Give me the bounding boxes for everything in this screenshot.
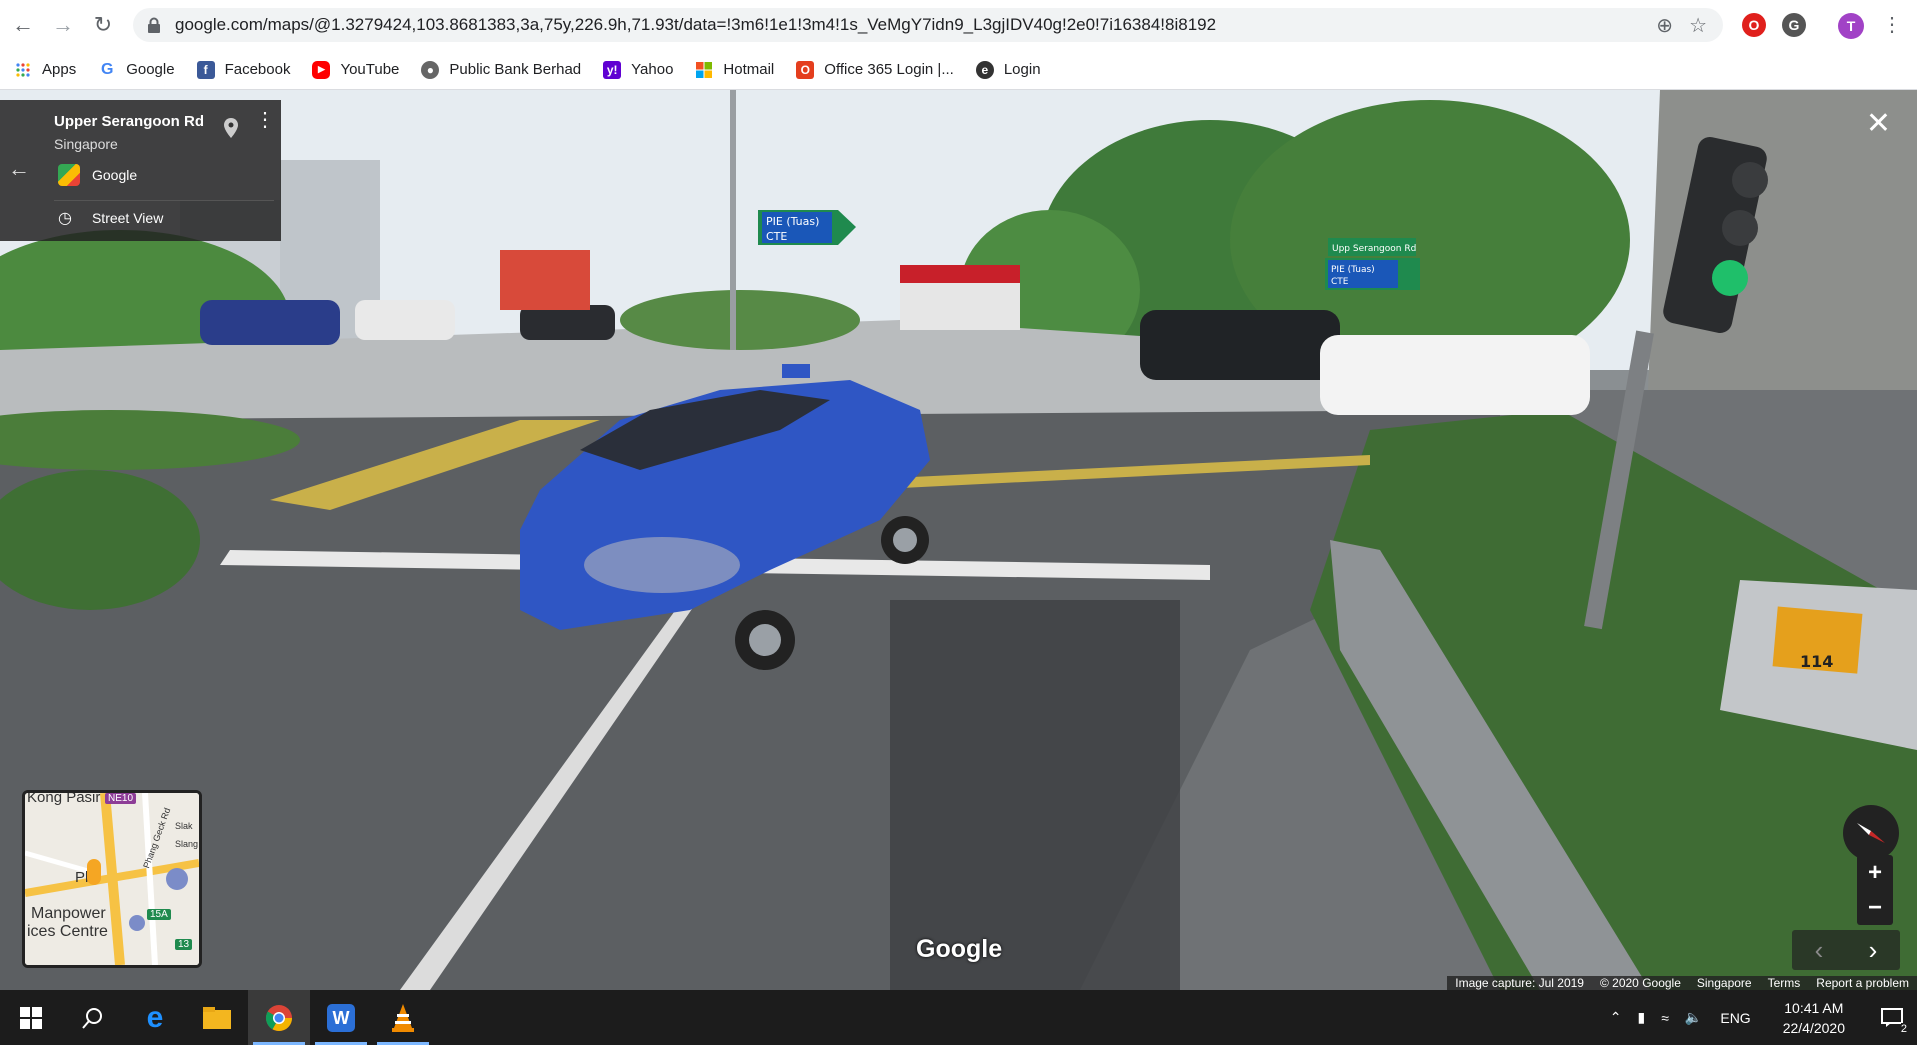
copyright-text: © 2020 Google bbox=[1599, 976, 1681, 990]
minimap-label-centre: ices Centre bbox=[27, 923, 108, 940]
chrome-icon[interactable] bbox=[248, 990, 310, 1045]
right-sign-line1: PIE (Tuas) bbox=[1331, 265, 1375, 275]
minimap-label-manpower: Manpower bbox=[31, 905, 106, 922]
address-bar[interactable]: google.com/maps/@1.3279424,103.8681383,3… bbox=[133, 8, 1723, 42]
bookmark-google[interactable]: G Google bbox=[98, 60, 175, 79]
overhead-sign-line2: CTE bbox=[766, 230, 787, 243]
chevron-right-icon[interactable]: › bbox=[1846, 930, 1900, 970]
language-indicator[interactable]: ENG bbox=[1720, 1010, 1750, 1026]
url-text: google.com/maps/@1.3279424,103.8681383,3… bbox=[175, 15, 1217, 34]
chevron-up-icon[interactable]: ⌃ bbox=[1610, 1009, 1622, 1026]
minimap-tag-13: 13 bbox=[175, 939, 193, 950]
opera-extension-icon[interactable]: O bbox=[1742, 13, 1766, 37]
clock-history-icon: ◷ bbox=[58, 210, 72, 227]
image-source: Google bbox=[58, 164, 137, 186]
bookmark-star-icon[interactable]: ☆ bbox=[1689, 13, 1707, 38]
right-sign-line2: CTE bbox=[1331, 277, 1349, 287]
street-view-panorama[interactable]: PIE (Tuas) CTE Upp Serangoon Rd PIE (Tua… bbox=[0, 90, 1917, 990]
chevron-left-icon[interactable]: ‹ bbox=[1792, 930, 1846, 970]
office-icon: O bbox=[796, 60, 815, 79]
zoom-controls: + − bbox=[1857, 855, 1893, 925]
file-explorer-icon[interactable] bbox=[186, 990, 248, 1045]
bookmark-facebook[interactable]: f Facebook bbox=[196, 60, 290, 79]
clock[interactable]: 10:41 AM 22/4/2020 bbox=[1783, 998, 1845, 1038]
bookmark-yahoo[interactable]: y! Yahoo bbox=[603, 60, 673, 79]
bookmark-login[interactable]: e Login bbox=[975, 60, 1041, 79]
minimap-tag-15a: 15A bbox=[147, 909, 171, 920]
volume-icon[interactable]: 🔈 bbox=[1685, 1009, 1702, 1026]
lock-icon bbox=[147, 17, 161, 33]
bookmark-youtube[interactable]: ▶ YouTube bbox=[312, 60, 399, 79]
extension-icon[interactable]: G bbox=[1782, 13, 1806, 37]
minimap-label-kong-pasir: Kong Pasir bbox=[27, 790, 101, 806]
back-arrow-icon[interactable]: ← bbox=[8, 156, 30, 182]
microsoft-icon bbox=[695, 61, 713, 79]
zoom-in-button[interactable]: + bbox=[1857, 855, 1893, 890]
vlc-icon[interactable] bbox=[372, 990, 434, 1045]
wifi-icon[interactable]: ≈ bbox=[1661, 1010, 1669, 1026]
facebook-icon: f bbox=[196, 60, 215, 79]
right-sign-top-text: Upp Serangoon Rd bbox=[1332, 244, 1416, 254]
minimap-label-slak: Slak bbox=[175, 821, 193, 831]
terms-link[interactable]: Terms bbox=[1768, 976, 1801, 990]
browser-toolbar: ← → ↻ google.com/maps/@1.3279424,103.868… bbox=[0, 0, 1917, 50]
bookmark-office365[interactable]: O Office 365 Login |... bbox=[796, 60, 954, 79]
reload-icon[interactable]: ↻ bbox=[86, 8, 120, 42]
location-info-card: ← Upper Serangoon Rd Singapore ⋮ Google … bbox=[0, 100, 281, 241]
notifications-icon[interactable]: 2 bbox=[1867, 990, 1917, 1045]
edge-browser-icon[interactable]: e bbox=[124, 990, 186, 1045]
location-title: Upper Serangoon Rd bbox=[54, 113, 205, 130]
search-icon[interactable] bbox=[62, 990, 124, 1045]
close-icon[interactable]: ✕ bbox=[1866, 106, 1891, 141]
clock-time: 10:41 AM bbox=[1784, 999, 1844, 1016]
report-problem-link[interactable]: Report a problem bbox=[1816, 976, 1909, 990]
google-maps-icon bbox=[58, 164, 80, 186]
pegman-icon bbox=[87, 859, 101, 885]
notification-count: 2 bbox=[1900, 1023, 1907, 1035]
image-capture-date: Image capture: Jul 2019 bbox=[1455, 976, 1584, 990]
back-arrow-icon[interactable]: ← bbox=[6, 8, 40, 42]
clock-date: 22/4/2020 bbox=[1782, 1019, 1845, 1036]
compass-icon[interactable] bbox=[1843, 805, 1899, 861]
box-number-text: 114 bbox=[1800, 652, 1833, 671]
youtube-icon: ▶ bbox=[312, 60, 331, 79]
bookmarks-bar: Apps G Google f Facebook ▶ YouTube ● Pub… bbox=[0, 50, 1917, 90]
bookmark-hotmail[interactable]: Hotmail bbox=[695, 61, 774, 79]
google-logo: Google bbox=[916, 935, 1003, 963]
more-options-icon[interactable]: ⋮ bbox=[255, 110, 275, 130]
location-subtitle: Singapore bbox=[54, 136, 118, 152]
menu-kebab-icon[interactable]: ⋮ bbox=[1882, 12, 1902, 37]
overhead-sign-text: PIE (Tuas) bbox=[766, 215, 819, 228]
bookmark-apps[interactable]: Apps bbox=[14, 61, 76, 79]
system-tray: ⌃ ▮ ≈ 🔈 ENG 10:41 AM 22/4/2020 2 bbox=[1602, 990, 1917, 1045]
google-icon: G bbox=[100, 60, 114, 78]
profile-avatar[interactable]: T bbox=[1838, 13, 1864, 39]
panorama-scene: PIE (Tuas) CTE Upp Serangoon Rd PIE (Tua… bbox=[0, 90, 1917, 990]
yahoo-icon: y! bbox=[603, 60, 622, 79]
windows-start-icon[interactable] bbox=[0, 990, 62, 1045]
battery-icon[interactable]: ▮ bbox=[1638, 1009, 1646, 1026]
minimap-label-slang: Slang bbox=[175, 839, 199, 849]
photo-pager: ‹ › bbox=[1792, 930, 1900, 970]
map-pin-icon[interactable] bbox=[224, 118, 238, 143]
region-link[interactable]: Singapore bbox=[1697, 976, 1752, 990]
minimap-tag-ne10: NE10 bbox=[105, 793, 137, 804]
street-view-time-button[interactable]: ◷ Street View bbox=[58, 208, 163, 228]
card-divider bbox=[54, 200, 274, 201]
minimap[interactable]: Kong Pasir NE10 Manpower ices Centre 15A… bbox=[22, 790, 202, 968]
wps-writer-icon[interactable]: W bbox=[310, 990, 372, 1045]
zoom-plus-icon[interactable]: ⊕ bbox=[1656, 13, 1673, 38]
bookmark-public-bank[interactable]: ● Public Bank Berhad bbox=[421, 60, 581, 79]
login-icon: e bbox=[975, 60, 994, 79]
globe-icon: ● bbox=[421, 60, 440, 79]
forward-arrow-icon[interactable]: → bbox=[46, 8, 80, 42]
attribution-footer: Image capture: Jul 2019 © 2020 Google Si… bbox=[1447, 976, 1917, 990]
apps-grid-icon bbox=[14, 61, 32, 79]
zoom-out-button[interactable]: − bbox=[1857, 890, 1893, 925]
windows-taskbar: e W ⌃ ▮ ≈ 🔈 ENG 10:41 AM 22/4/2020 2 bbox=[0, 990, 1917, 1045]
